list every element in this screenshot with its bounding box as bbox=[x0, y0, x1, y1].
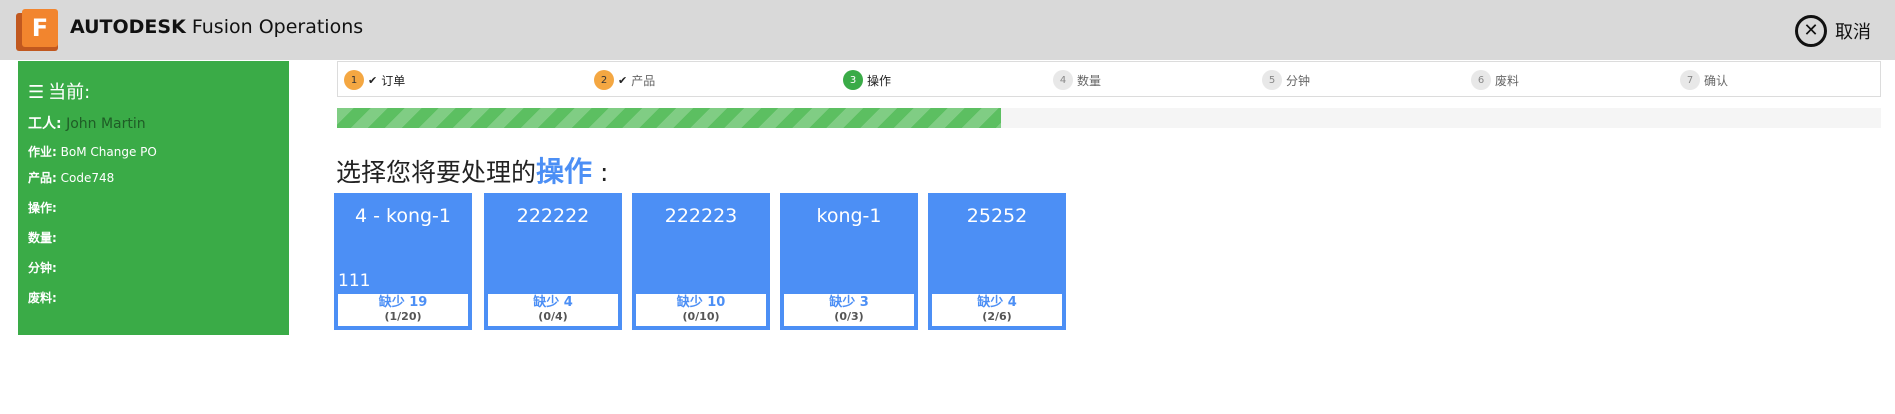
step-order[interactable]: 1 ✔ 订单 bbox=[344, 70, 405, 90]
missing-count: 缺少 10 bbox=[676, 295, 726, 310]
step-label: 确认 bbox=[1704, 73, 1729, 88]
quantity-row: 数量: bbox=[28, 231, 57, 245]
top-bar: F AUTODESK Fusion Operations ✕ 取消 bbox=[0, 0, 1895, 60]
step-scrap[interactable]: 6 废料 bbox=[1471, 70, 1519, 90]
operation-row: 操作: bbox=[28, 201, 57, 215]
operation-status: 缺少 10 (0/10) bbox=[636, 294, 766, 326]
completed-ratio: (2/6) bbox=[982, 310, 1012, 323]
brand-autodesk: AUTODESK bbox=[70, 16, 186, 38]
logo-letter: F bbox=[22, 9, 58, 47]
operation-title: 4 - kong-1 bbox=[354, 205, 452, 227]
job-value: BoM Change PO bbox=[60, 145, 157, 159]
step-label: 分钟 bbox=[1286, 73, 1311, 88]
product-row: 产品: Code748 bbox=[28, 171, 115, 185]
step-label: 数量 bbox=[1077, 73, 1102, 88]
completed-ratio: (0/3) bbox=[834, 310, 864, 323]
step-number: 5 bbox=[1262, 70, 1282, 90]
operation-description: 111 bbox=[338, 271, 371, 291]
missing-count: 缺少 4 bbox=[533, 295, 573, 310]
step-quantity[interactable]: 4 数量 bbox=[1053, 70, 1101, 90]
step-number: 3 bbox=[843, 70, 863, 90]
completed-ratio: (0/10) bbox=[682, 310, 720, 323]
progress-fill bbox=[337, 108, 1001, 128]
check-icon: ✔ bbox=[368, 73, 378, 87]
job-row: 作业: BoM Change PO bbox=[28, 145, 157, 159]
prompt-emphasis: 操作 bbox=[536, 155, 593, 188]
cancel-label: 取消 bbox=[1835, 22, 1871, 43]
operation-card[interactable]: kong-1 缺少 3 (0/3) bbox=[780, 193, 918, 330]
step-confirm[interactable]: 7 确认 bbox=[1680, 70, 1728, 90]
brand-product: Fusion Operations bbox=[191, 16, 364, 38]
operation-status: 缺少 4 (0/4) bbox=[488, 294, 618, 326]
step-number: 7 bbox=[1680, 70, 1700, 90]
step-number: 2 bbox=[594, 70, 614, 90]
minutes-row: 分钟: bbox=[28, 261, 57, 275]
worker-name: John Martin bbox=[66, 116, 146, 132]
progress-bar bbox=[337, 108, 1881, 128]
panel-title: ☰ 当前: bbox=[28, 82, 91, 103]
operation-title: 25252 bbox=[966, 205, 1028, 227]
operation-status: 缺少 19 (1/20) bbox=[338, 294, 468, 326]
step-label: 操作 bbox=[867, 73, 892, 88]
menu-icon: ☰ bbox=[28, 82, 45, 103]
worker-row: 工人: John Martin bbox=[28, 116, 146, 132]
step-label: 产品 bbox=[631, 73, 656, 88]
operation-title: 222223 bbox=[664, 205, 738, 227]
step-number: 4 bbox=[1053, 70, 1073, 90]
current-info-panel: ☰ 当前: 工人: John Martin 作业: BoM Change PO 产… bbox=[18, 61, 289, 335]
completed-ratio: (0/4) bbox=[538, 310, 568, 323]
missing-count: 缺少 19 bbox=[378, 295, 428, 310]
step-product[interactable]: 2 ✔ 产品 bbox=[594, 70, 655, 90]
check-icon: ✔ bbox=[618, 73, 628, 87]
fusion-logo: F bbox=[16, 9, 58, 51]
operation-title: kong-1 bbox=[816, 205, 882, 227]
step-operation[interactable]: 3 操作 bbox=[843, 70, 891, 90]
operation-card[interactable]: 222222 缺少 4 (0/4) bbox=[484, 193, 622, 330]
operation-status: 缺少 3 (0/3) bbox=[784, 294, 914, 326]
operation-title: 222222 bbox=[516, 205, 590, 227]
operation-card[interactable]: 25252 缺少 4 (2/6) bbox=[928, 193, 1066, 330]
missing-count: 缺少 4 bbox=[977, 295, 1017, 310]
operation-status: 缺少 4 (2/6) bbox=[932, 294, 1062, 326]
step-minutes[interactable]: 5 分钟 bbox=[1262, 70, 1310, 90]
scrap-row: 废料: bbox=[28, 291, 57, 305]
page-prompt: 选择您将要处理的操作 : bbox=[336, 155, 609, 188]
step-label: 订单 bbox=[381, 73, 406, 88]
step-number: 1 bbox=[344, 70, 364, 90]
missing-count: 缺少 3 bbox=[829, 295, 869, 310]
operation-card[interactable]: 222223 缺少 10 (0/10) bbox=[632, 193, 770, 330]
operation-card[interactable]: 4 - kong-1 111 缺少 19 (1/20) bbox=[334, 193, 472, 330]
wizard-steps: 1 ✔ 订单 2 ✔ 产品 3 操作 4 数量 5 分钟 6 废料 7 确认 bbox=[337, 61, 1881, 97]
close-circle-icon: ✕ bbox=[1795, 15, 1827, 47]
step-number: 6 bbox=[1471, 70, 1491, 90]
cancel-button[interactable]: ✕ 取消 bbox=[1795, 15, 1871, 47]
product-value: Code748 bbox=[60, 171, 115, 185]
app-title: AUTODESK Fusion Operations bbox=[70, 16, 363, 38]
completed-ratio: (1/20) bbox=[384, 310, 422, 323]
step-label: 废料 bbox=[1495, 73, 1520, 88]
